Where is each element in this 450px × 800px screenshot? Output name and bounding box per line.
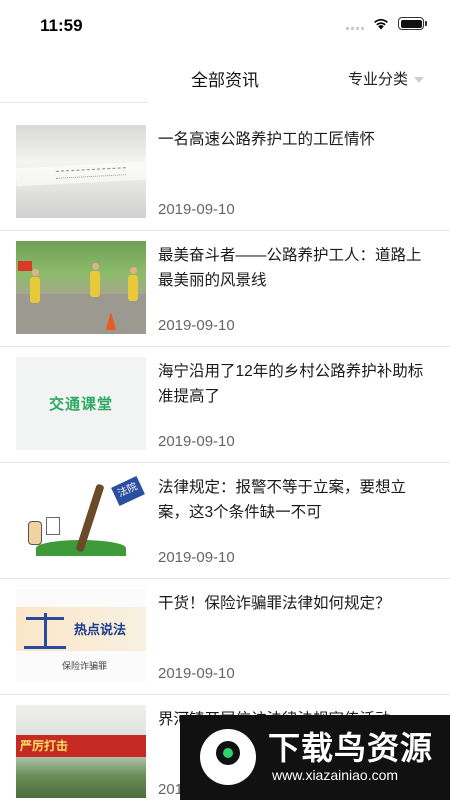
scales-icon: [24, 609, 66, 649]
article-thumbnail: 交通课堂: [16, 357, 146, 450]
thumbnail-banner-text: 严厉打击: [20, 739, 69, 753]
status-bar: 11:59: [0, 0, 450, 52]
status-icons: [346, 17, 427, 30]
battery-icon: [398, 17, 427, 30]
list-item[interactable]: 法院 法律规定：报警不等于立案，要想立案，这3个条件缺一不可 2019-09-1…: [0, 463, 450, 579]
article-date: 2019-09-10: [158, 317, 235, 334]
article-thumbnail: 严厉打击: [16, 705, 146, 798]
list-item[interactable]: 热点说法 保险诈骗罪 干货！保险诈骗罪法律如何规定？ 2019-09-10: [0, 579, 450, 695]
article-title: 干货！保险诈骗罪法律如何规定？: [158, 595, 391, 612]
watermark-title: 下载鸟资源: [268, 730, 434, 766]
chevron-down-icon: [414, 76, 424, 83]
category-filter-button[interactable]: 专业分类: [348, 68, 424, 89]
wifi-icon: [374, 18, 388, 30]
status-time: 11:59: [40, 16, 83, 35]
article-title: 最美奋斗者——公路养护工人：道路上最美丽的风景线: [158, 247, 422, 289]
list-item[interactable]: 一名高速公路养护工的工匠情怀 2019-09-10: [0, 115, 450, 231]
watermark-url: www.xiazainiao.com: [272, 767, 399, 783]
category-filter-label: 专业分类: [347, 71, 408, 88]
thumbnail-tag-text: 法院: [111, 476, 145, 506]
thumbnail-sub-text: 保险诈骗罪: [62, 661, 108, 671]
article-date: 2019-09-10: [158, 549, 235, 566]
article-date: 2019-09-10: [158, 201, 235, 218]
article-thumbnail: 法院: [16, 473, 146, 566]
list-item[interactable]: 交通课堂 海宁沿用了12年的乡村公路养护补助标准提高了 2019-09-10: [0, 347, 450, 463]
article-thumbnail: [16, 241, 146, 334]
thumbnail-heading-text: 热点说法: [74, 622, 127, 637]
divider: [0, 102, 148, 103]
article-title: 海宁沿用了12年的乡村公路养护补助标准提高了: [158, 363, 424, 405]
list-item[interactable]: 最美奋斗者——公路养护工人：道路上最美丽的风景线 2019-09-10: [0, 231, 450, 347]
article-date: 2019-09-10: [158, 433, 235, 450]
article-thumbnail: 热点说法 保险诈骗罪: [16, 589, 146, 682]
nav-bar: 全部资讯 专业分类: [0, 52, 450, 100]
article-thumbnail: [16, 125, 146, 218]
article-date: 2019-09-10: [158, 665, 235, 682]
cellular-signal-icon: [346, 18, 364, 30]
article-title: 法律规定：报警不等于立案，要想立案，这3个条件缺一不可: [158, 479, 407, 521]
article-title: 一名高速公路养护工的工匠情怀: [158, 131, 376, 148]
thumbnail-logo-text: 交通课堂: [48, 396, 113, 413]
bird-logo-icon: [200, 729, 256, 785]
watermark-overlay: 下载鸟资源 www.xiazainiao.com: [180, 715, 450, 800]
